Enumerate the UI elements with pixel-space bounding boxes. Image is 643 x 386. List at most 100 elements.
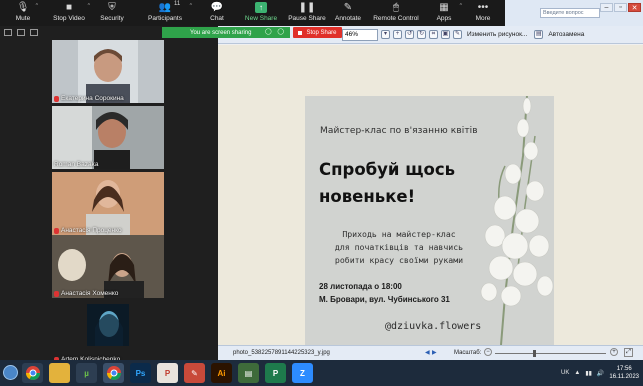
poster-headline-line: новеньке! [319,187,416,206]
crochet-flowers-illustration [480,96,554,345]
annotate-label: Annotate [334,15,362,22]
zoom-share-toolbar: 🎙 Mute ^ ■ Stop Video ^ ⛨ Security 👥 11 … [0,0,505,26]
chat-bubble-icon: 💬 [210,2,224,13]
maximize-icon[interactable]: ▫ [614,3,627,12]
muted-mic-icon [54,290,59,297]
chevron-up-icon[interactable]: ^ [190,3,192,9]
stop-share-label: Stop Share [306,29,337,36]
poster-body-line: для початківців та навчись [334,242,464,252]
language-indicator[interactable]: UK [561,370,569,376]
gallery-view-controls[interactable] [4,29,38,36]
people-icon: 👥 [158,2,172,13]
next-image-icon[interactable]: ▶ [432,349,437,356]
paint-icon[interactable]: ✎ [184,363,205,383]
chrome-icon[interactable] [22,363,43,383]
apps-button[interactable]: ▦ Apps ^ [424,0,464,26]
rotate-left-icon[interactable]: ↺ [405,30,414,39]
participant-tile-active-speaker[interactable]: Roman Bazaka [52,106,164,169]
speaker-view-icon[interactable] [17,29,25,36]
new-share-button[interactable]: ↑ New Share [236,0,286,26]
mouse-icon: 🖱 [393,2,399,13]
participant-tile[interactable]: Екатерина Сорокина [52,40,164,103]
participant-name: Roman Bazaka [54,161,98,168]
chat-button[interactable]: 💬 Chat [198,0,236,26]
window-controls: – ▫ ✕ [600,3,641,12]
edit-picture-icon: ✎ [453,30,462,39]
poster-event-details: 28 листопада о 18:00 М. Бровари, вул. Чу… [319,280,450,306]
stop-video-button[interactable]: ■ Stop Video ^ [46,0,92,26]
screen-sharing-text: You are screen sharing [190,29,252,36]
zoom-slider[interactable] [495,350,606,357]
chrome-icon[interactable] [103,363,124,383]
annotate-button[interactable]: ✎ Annotate [328,0,368,26]
participant-name-text: Анастасія Хоменко [61,290,119,297]
illustrator-icon[interactable]: Ai [211,363,232,383]
participant-video [52,106,164,169]
file-name: photo_5382257891144225323_y.jpg [233,350,330,356]
media-app-icon[interactable]: ▤ [238,363,259,383]
pause-share-button[interactable]: ❚❚ Pause Share [286,0,328,26]
workshop-poster-image: Майстер-клас по в'язанню квітів Спробуй … [305,96,554,345]
zoom-select[interactable]: 46% [342,28,378,41]
participant-tile[interactable]: Анастасія Проценко [52,172,164,235]
rotate-right-icon[interactable]: ↻ [417,30,426,39]
poster-body-line: робити красу своїми руками [334,255,464,265]
zoom-in-button[interactable]: + [610,348,618,356]
poster-date: 28 листопада о 18:00 [319,282,402,291]
dropdown-arrow-icon[interactable]: ▾ [381,30,390,39]
close-icon[interactable]: ✕ [628,3,641,12]
photoshop-icon[interactable]: Ps [130,363,151,383]
participants-count: 11 [174,1,181,7]
autocorrect-button[interactable]: Автозамена [548,31,584,38]
chevron-up-icon[interactable]: ^ [36,3,38,9]
security-button[interactable]: ⛨ Security [92,0,132,26]
muted-mic-icon [54,227,59,234]
fit-to-window-icon[interactable]: ⤢ [624,348,633,357]
pdf-reader-icon[interactable]: P [157,363,178,383]
zoom-out-button[interactable]: − [484,348,492,356]
participants-button[interactable]: 👥 11 Participants ^ [132,0,198,26]
banner-controls-icon[interactable]: ◯ ◯ [265,28,286,35]
utorrent-icon[interactable]: µ [76,363,97,383]
poster-address: М. Бровари, вул. Чубинського 31 [319,295,450,304]
previous-image-icon[interactable]: ◀ [425,349,430,356]
start-button[interactable] [3,365,18,380]
edit-picture-button[interactable]: Изменить рисунок... [467,31,527,38]
new-share-label: New Share [244,15,278,22]
volume-icon[interactable]: 🔊 [597,370,604,377]
chat-label: Chat [210,15,224,22]
minimize-icon[interactable]: – [600,3,613,12]
more-button[interactable]: ••• More [464,0,502,26]
file-explorer-icon[interactable] [49,363,70,383]
zoom-slider-thumb[interactable] [533,350,536,357]
system-tray: UK ▲ ▮▮ 🔊 17:56 16.11.2023 [561,363,639,383]
tray-arrow-icon[interactable]: ▲ [574,370,580,376]
resize-icon[interactable]: ▣ [441,30,450,39]
crop-icon[interactable]: ⌗ [429,30,438,39]
publisher-icon[interactable]: P [265,363,286,383]
image-canvas: Майстер-клас по в'язанню квітів Спробуй … [218,45,643,345]
chevron-up-icon[interactable]: ^ [460,3,462,9]
help-search-input[interactable]: Введите вопрос [540,8,600,18]
mute-button[interactable]: 🎙 Mute ^ [0,0,46,26]
participant-tile[interactable]: Artem Kolisnichenko [52,301,164,364]
stop-share-button[interactable]: Stop Share [293,27,342,38]
zoom-in-icon[interactable]: + [393,30,402,39]
taskbar-clock[interactable]: 17:56 16.11.2023 [609,365,639,381]
zoom-icon[interactable]: Z [292,363,313,383]
participant-name: Анастасія Проценко [54,227,122,234]
grid-view-icon[interactable] [30,29,38,36]
remote-control-button[interactable]: 🖱 Remote Control [368,0,424,26]
clock-date: 16.11.2023 [609,374,639,380]
screen: 🎙 Mute ^ ■ Stop Video ^ ⛨ Security 👥 11 … [0,0,643,386]
participant-video [78,40,138,103]
gallery-view-icon[interactable] [4,29,12,36]
security-label: Security [100,15,124,22]
chevron-up-icon[interactable]: ^ [88,3,90,9]
zoom-label: Масштаб: [454,350,482,356]
participant-tile[interactable]: Анастасія Хоменко [52,235,164,298]
poster-body-text: Приходь на майстер-клас для початківців … [319,228,479,267]
muted-mic-icon [54,95,59,102]
more-dots-icon: ••• [477,2,489,13]
network-icon[interactable]: ▮▮ [585,370,592,377]
